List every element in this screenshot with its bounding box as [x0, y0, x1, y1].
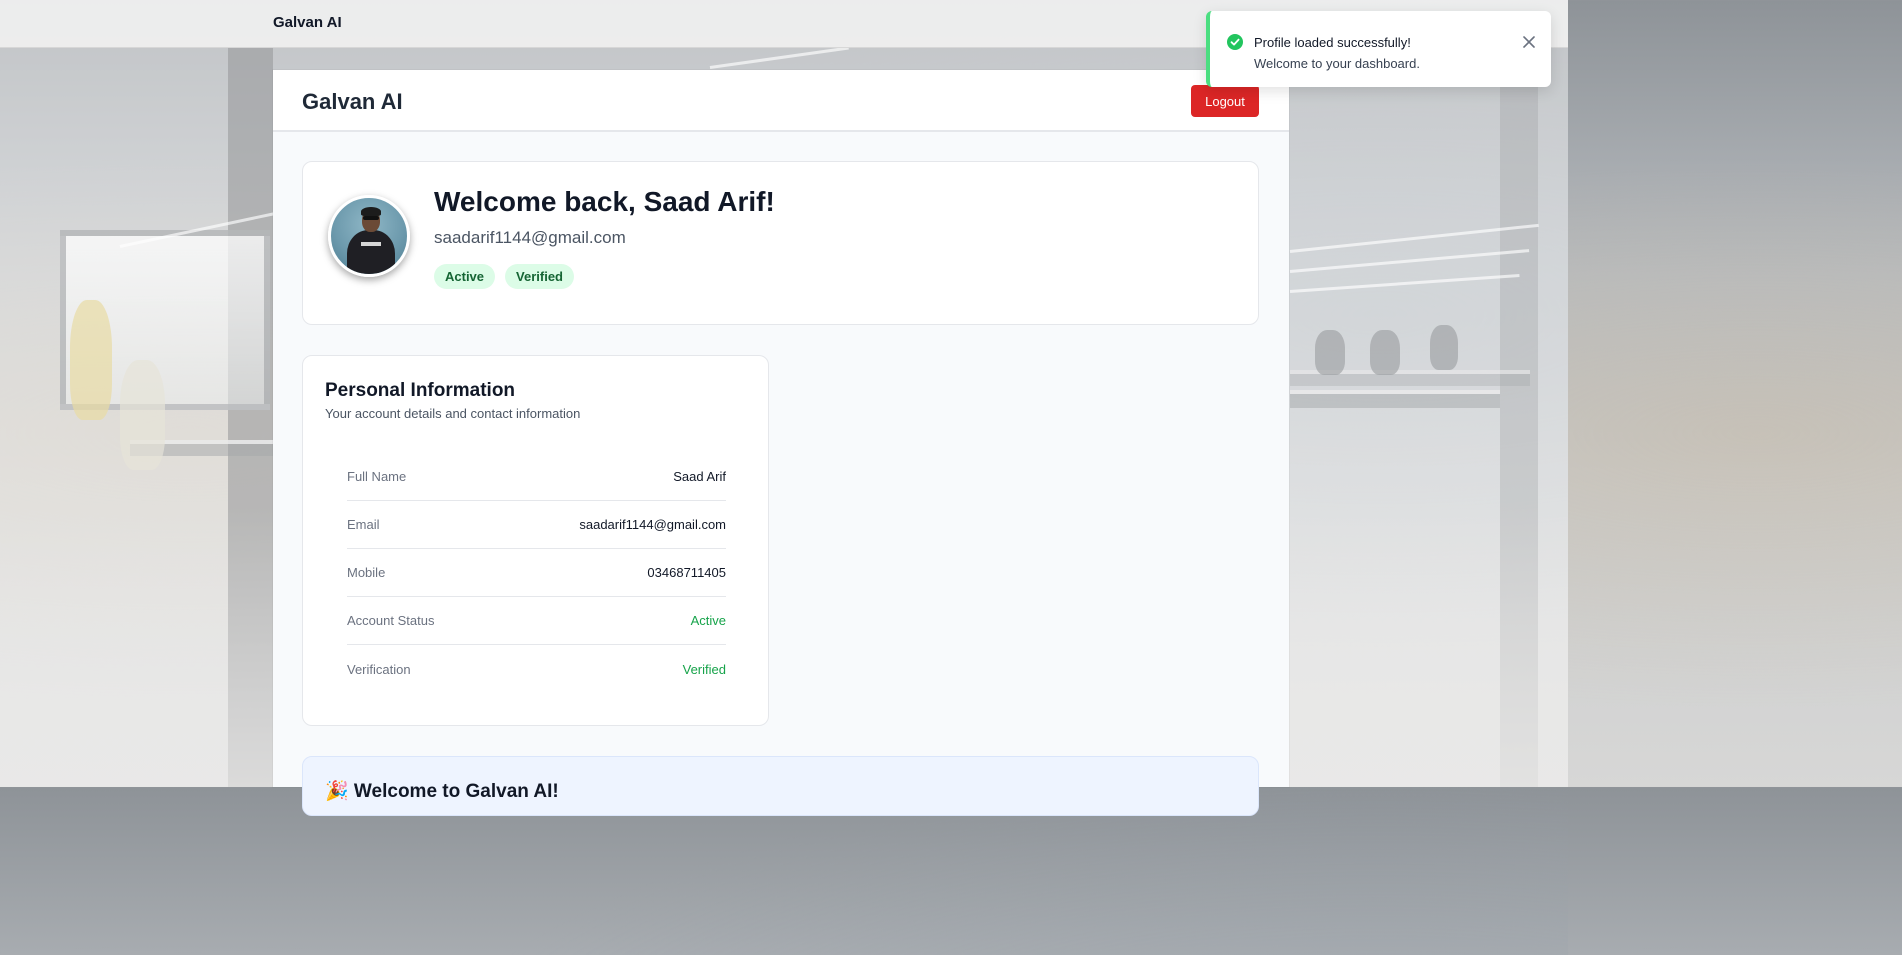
personal-information-subtitle: Your account details and contact informa… [325, 406, 581, 421]
close-icon[interactable] [1521, 34, 1537, 50]
welcome-heading: Welcome back, Saad Arif! [434, 186, 775, 217]
personal-information-card: Personal Information Your account detail… [302, 355, 769, 726]
dashboard-container: Galvan AI Logout Welcome back, Saad Arif… [273, 70, 1289, 816]
dashboard-header: Galvan AI Logout [273, 70, 1289, 132]
info-row-account-status: Account Status Active [347, 597, 726, 645]
toast-title: Profile loaded successfully! [1254, 35, 1411, 50]
info-row-verification: Verification Verified [347, 645, 726, 693]
info-value: 03468711405 [647, 565, 726, 580]
logout-button[interactable]: Logout [1191, 85, 1259, 117]
status-badge-active: Active [434, 264, 496, 289]
info-value: Saad Arif [673, 469, 726, 484]
info-label: Mobile [347, 565, 386, 580]
check-circle-icon [1227, 34, 1243, 50]
info-list: Full Name Saad Arif Email saadarif1144@g… [347, 453, 726, 693]
info-label: Account Status [347, 613, 435, 628]
personal-information-title: Personal Information [325, 380, 516, 401]
info-label: Full Name [347, 469, 407, 484]
welcome-banner-title: 🎉 Welcome to Galvan AI! [325, 781, 559, 802]
status-badges: Active Verified [434, 264, 574, 289]
navbar-brand[interactable]: Galvan AI [273, 14, 342, 31]
info-row-full-name: Full Name Saad Arif [347, 453, 726, 501]
info-value: Verified [682, 661, 726, 677]
welcome-banner: 🎉 Welcome to Galvan AI! [302, 756, 1259, 816]
profile-card: Welcome back, Saad Arif! saadarif1144@gm… [302, 161, 1259, 325]
profile-email: saadarif1144@gmail.com [434, 228, 626, 247]
info-value: saadarif1144@gmail.com [579, 517, 726, 532]
info-value: Active [690, 613, 726, 628]
toast-notification: Profile loaded successfully! Welcome to … [1206, 11, 1551, 87]
toast-message: Welcome to your dashboard. [1254, 56, 1420, 71]
info-label: Verification [347, 661, 411, 677]
header-title: Galvan AI [302, 89, 403, 114]
info-row-email: Email saadarif1144@gmail.com [347, 501, 726, 549]
avatar [328, 195, 410, 277]
info-label: Email [347, 517, 380, 532]
info-row-mobile: Mobile 03468711405 [347, 549, 726, 597]
status-badge-verified: Verified [505, 264, 574, 289]
